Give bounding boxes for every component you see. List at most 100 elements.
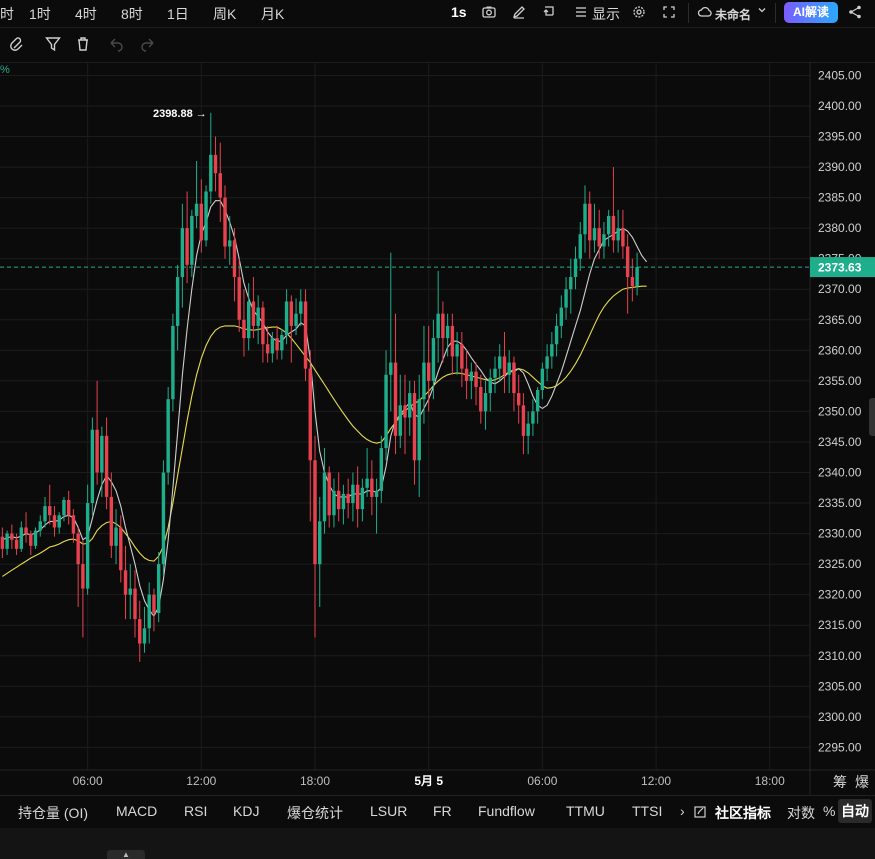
y-tick-label: 2345.00 bbox=[818, 435, 862, 449]
candle-body bbox=[606, 215, 611, 235]
candle bbox=[469, 362, 474, 400]
candle-body bbox=[29, 533, 33, 546]
candle-body bbox=[389, 362, 393, 375]
tab-macd[interactable]: MACD bbox=[116, 803, 157, 819]
magnet-icon[interactable] bbox=[8, 35, 28, 55]
candle-body bbox=[52, 515, 57, 528]
interval-1s[interactable]: 1s bbox=[451, 4, 467, 20]
candle-body bbox=[275, 338, 279, 351]
community-indicators[interactable]: 社区指标 bbox=[715, 803, 771, 823]
x-tick-label: 18:00 bbox=[755, 774, 785, 788]
candle-body bbox=[199, 203, 204, 241]
timeframe-1h[interactable]: 1时 bbox=[29, 4, 51, 24]
candle bbox=[66, 490, 71, 525]
candle-body bbox=[66, 499, 71, 516]
candle-body bbox=[228, 240, 232, 247]
tab-fundflow[interactable]: Fundflow bbox=[478, 803, 535, 819]
candle-body bbox=[62, 499, 66, 516]
candle bbox=[322, 448, 327, 534]
list-icon[interactable] bbox=[572, 4, 590, 22]
redo-icon[interactable] bbox=[138, 35, 158, 55]
pencil-icon[interactable] bbox=[510, 4, 528, 22]
log-scale-toggle[interactable]: 对数 bbox=[787, 803, 815, 823]
ai-interpret-button[interactable]: AI解读 bbox=[784, 2, 838, 23]
candle-body bbox=[256, 307, 260, 326]
candle-body bbox=[578, 234, 582, 259]
layout-name[interactable]: 未命名 bbox=[715, 6, 751, 23]
high-price-label: 2398.88 → bbox=[153, 108, 207, 120]
y-tick-label: 2335.00 bbox=[818, 496, 862, 510]
candle bbox=[550, 332, 554, 369]
candle-body bbox=[142, 628, 147, 644]
tab-liquidation-stats[interactable]: 爆仓统计 bbox=[287, 803, 343, 823]
y-tick-label: 2355.00 bbox=[818, 374, 862, 388]
candle-body bbox=[133, 588, 137, 620]
candle-body bbox=[341, 493, 346, 510]
settings-icon[interactable] bbox=[630, 4, 648, 22]
edit-icon[interactable] bbox=[694, 805, 706, 821]
percent-scale-toggle[interactable]: % bbox=[823, 803, 835, 819]
candle-body bbox=[540, 368, 545, 391]
y-tick-label: 2400.00 bbox=[818, 99, 862, 113]
candle-body bbox=[280, 335, 284, 351]
candle bbox=[280, 328, 284, 360]
candle-body bbox=[602, 234, 606, 247]
timeframe-4h[interactable]: 4时 bbox=[75, 4, 97, 24]
price-chart[interactable]: 2405.00 2400.00 2395.00 2390.00 2385.00 2380.… bbox=[0, 62, 875, 795]
x-tick-label: 18:00 bbox=[300, 774, 330, 788]
cloud-icon[interactable] bbox=[696, 4, 714, 22]
candle-body bbox=[507, 362, 511, 375]
candle-body bbox=[123, 570, 128, 595]
share-icon[interactable] bbox=[846, 4, 864, 22]
tab-ttmu[interactable]: TTMU bbox=[566, 803, 605, 819]
candle-body bbox=[294, 313, 298, 326]
tab-rsi[interactable]: RSI bbox=[184, 803, 207, 819]
more-tabs-arrow[interactable]: › bbox=[680, 803, 685, 819]
candle-body bbox=[573, 258, 578, 278]
timeframe-1w[interactable]: 周K bbox=[213, 4, 236, 24]
timeframe-hour-partial[interactable]: 时 bbox=[0, 4, 14, 24]
y-tick-label: 2305.00 bbox=[818, 679, 862, 693]
y-tick-label: 2360.00 bbox=[818, 343, 862, 357]
candle bbox=[412, 380, 417, 485]
tab-open-interest[interactable]: 持仓量 (OI) bbox=[18, 803, 88, 823]
candle bbox=[33, 527, 38, 549]
timeframe-1m[interactable]: 月K bbox=[261, 4, 284, 24]
auto-scale-button[interactable]: 自动 bbox=[838, 799, 872, 823]
collapse-handle[interactable]: ▲ bbox=[107, 850, 145, 859]
candle bbox=[374, 478, 379, 534]
fullscreen-icon[interactable] bbox=[660, 4, 678, 22]
candle bbox=[625, 234, 630, 314]
timeframe-1d[interactable]: 1日 bbox=[167, 4, 189, 24]
display-label[interactable]: 显示 bbox=[592, 4, 620, 24]
camera-icon[interactable] bbox=[480, 4, 498, 22]
replay-icon[interactable] bbox=[540, 4, 558, 22]
candle bbox=[360, 478, 365, 522]
tab-fr[interactable]: FR bbox=[433, 803, 452, 819]
candle-body bbox=[431, 338, 436, 381]
filter-icon[interactable] bbox=[43, 35, 63, 55]
candle bbox=[464, 350, 469, 400]
candle bbox=[133, 570, 137, 638]
candle-body bbox=[488, 377, 492, 394]
tab-kdj[interactable]: KDJ bbox=[233, 803, 259, 819]
y-tick-label: 2385.00 bbox=[818, 191, 862, 205]
candle bbox=[180, 203, 185, 308]
candle-body bbox=[128, 588, 132, 595]
trash-icon[interactable] bbox=[73, 35, 93, 55]
candle-body bbox=[270, 338, 275, 354]
tab-lsur[interactable]: LSUR bbox=[370, 803, 407, 819]
candle-body bbox=[498, 356, 502, 369]
candle bbox=[351, 472, 355, 522]
chevron-down-icon[interactable] bbox=[753, 4, 771, 22]
candle-body bbox=[426, 362, 431, 381]
undo-icon[interactable] bbox=[106, 35, 126, 55]
price-axis: 2405.00 2400.00 2395.00 2390.00 2385.00 2380.… bbox=[810, 68, 875, 754]
candle bbox=[48, 484, 52, 525]
timeframe-8h[interactable]: 8时 bbox=[121, 4, 143, 24]
candle bbox=[379, 435, 384, 504]
candle-body bbox=[161, 472, 166, 565]
ma-fast-line bbox=[2, 200, 648, 618]
tab-ttsi[interactable]: TTSI bbox=[632, 803, 662, 819]
right-panel-handle[interactable] bbox=[869, 398, 875, 436]
